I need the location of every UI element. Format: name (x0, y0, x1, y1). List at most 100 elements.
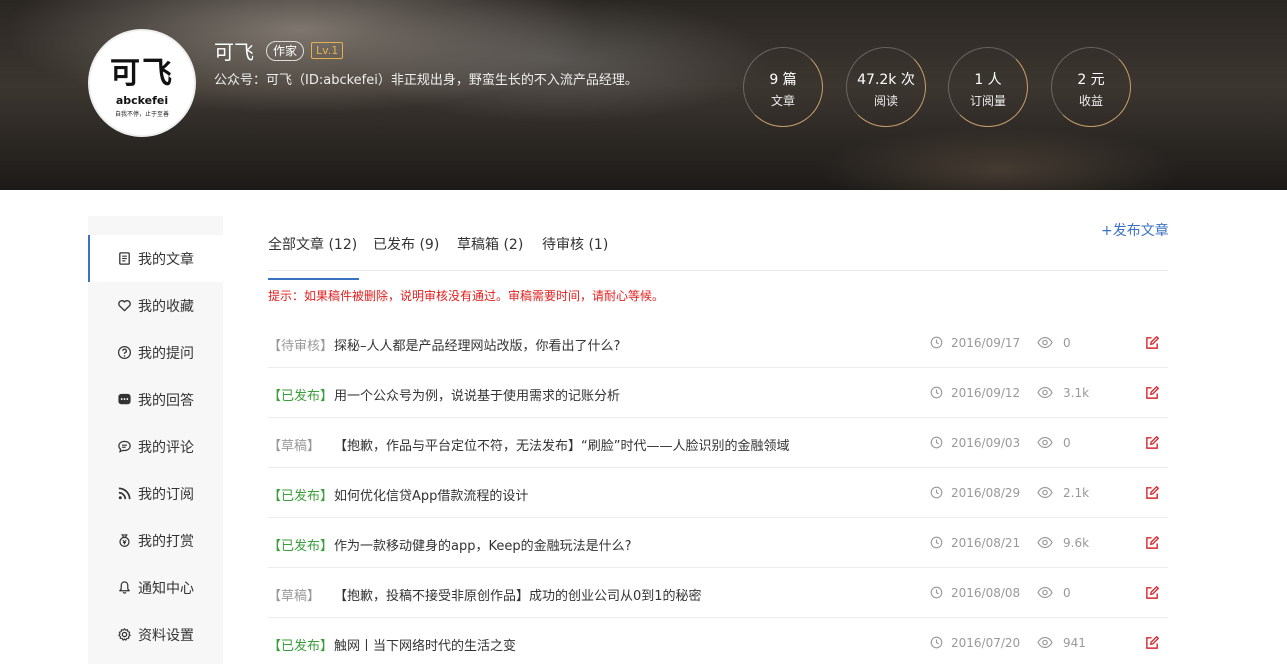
review-hint: 提示：如果稿件被删除，说明审核没有通过。审稿需要时间，请耐心等候。 (268, 289, 665, 303)
sidebar-item-label: 我的打赏 (138, 533, 194, 550)
article-date: 2016/07/20 (951, 636, 1021, 650)
article-status: 【待审核】 (268, 339, 334, 354)
table-row[interactable]: 【已发布】 用一个公众号为例，说说基于使用需求的记账分析 2016/09/12 … (268, 368, 1168, 418)
stat-reads: 47.2k 次 阅读 (846, 47, 926, 127)
avatar-brand-text: abckefei (115, 94, 169, 107)
profile-description: 公众号：可飞（ID:abckefei）非正规出身，野蛮生长的不入流产品经理。 (214, 73, 638, 88)
sidebar-item-label: 我的文章 (138, 251, 194, 268)
article-title[interactable]: 作为一款移动健身的app，Keep的金融玩法是什么? (334, 535, 632, 554)
question-icon (116, 345, 132, 361)
publish-article-link[interactable]: +发布文章 (1101, 220, 1169, 240)
tab-drafts[interactable]: 草稿箱 (2) (457, 234, 523, 254)
article-views: 9.6k (1063, 536, 1090, 550)
stat-label: 阅读 (873, 94, 898, 108)
table-row[interactable]: 【待审核】 探秘–人人都是产品经理网站改版，你看出了什么? 2016/09/17… (268, 318, 1168, 368)
sidebar-item-my-favorites[interactable]: 我的收藏 (88, 282, 223, 329)
edit-icon[interactable] (1145, 385, 1160, 400)
edit-icon[interactable] (1145, 635, 1160, 650)
sidebar-item-my-rewards[interactable]: 我的打赏 (88, 517, 223, 564)
edit-icon[interactable] (1145, 535, 1160, 550)
sidebar-item-label: 我的收藏 (138, 298, 194, 315)
stat-label: 订阅量 (969, 94, 1006, 108)
gear-icon (116, 627, 132, 643)
stat-label: 收益 (1078, 94, 1103, 108)
clock-icon (930, 386, 943, 399)
article-views: 3.1k (1063, 386, 1090, 400)
article-tabs: 全部文章 (12) 已发布 (9) 草稿箱 (2) 待审核 (1) (268, 224, 1168, 280)
article-views: 2.1k (1063, 486, 1090, 500)
clock-icon (930, 636, 943, 649)
article-title[interactable]: 探秘–人人都是产品经理网站改版，你看出了什么? (334, 335, 620, 354)
stat-label: 文章 (770, 94, 795, 108)
sidebar-item-label: 资料设置 (138, 627, 194, 644)
eye-icon (1037, 386, 1053, 399)
article-date: 2016/08/08 (951, 586, 1021, 600)
answer-icon (116, 392, 132, 408)
sidebar-item-label: 我的提问 (138, 345, 194, 362)
article-date: 2016/09/12 (951, 386, 1021, 400)
clock-icon (930, 336, 943, 349)
writer-badge: 作家 (266, 41, 305, 61)
table-row[interactable]: 【已发布】 触网丨当下网络时代的生活之变 2016/07/20 941 (268, 618, 1168, 664)
sidebar-item-label: 通知中心 (138, 580, 194, 597)
article-title[interactable]: 触网丨当下网络时代的生活之变 (334, 635, 516, 654)
article-views: 0 (1063, 336, 1071, 350)
sidebar-item-my-articles[interactable]: 我的文章 (88, 235, 223, 282)
tab-all-articles[interactable]: 全部文章 (12) (268, 234, 360, 280)
article-date: 2016/08/21 (951, 536, 1021, 550)
sidebar-item-notifications[interactable]: 通知中心 (88, 564, 223, 611)
article-icon (116, 251, 132, 267)
sidebar-item-my-answers[interactable]: 我的回答 (88, 376, 223, 423)
profile-name: 可飞 (214, 40, 254, 64)
stat-subscribers: 1 人 订阅量 (948, 47, 1028, 127)
eye-icon (1037, 336, 1053, 349)
stat-number: 47.2k 次 (857, 72, 915, 88)
clock-icon (930, 586, 943, 599)
edit-icon[interactable] (1145, 585, 1160, 600)
eye-icon (1037, 586, 1053, 599)
edit-icon[interactable] (1145, 435, 1160, 450)
rss-icon (116, 486, 132, 502)
edit-icon[interactable] (1145, 485, 1160, 500)
article-views: 0 (1063, 436, 1071, 450)
article-status: 【已发布】 (268, 389, 334, 404)
eye-icon (1037, 486, 1053, 499)
sidebar-item-profile-settings[interactable]: 资料设置 (88, 611, 223, 658)
tab-pending-review[interactable]: 待审核 (1) (542, 234, 608, 254)
table-row[interactable]: 【已发布】 作为一款移动健身的app，Keep的金融玩法是什么? 2016/08… (268, 518, 1168, 568)
stat-number: 1 人 (974, 72, 1002, 88)
table-row[interactable]: 【已发布】 如何优化信贷App借款流程的设计 2016/08/29 2.1k (268, 468, 1168, 518)
article-title[interactable]: 用一个公众号为例，说说基于使用需求的记账分析 (334, 385, 620, 404)
article-title[interactable]: 【抱歉，作品与平台定位不符，无法发布】“刷脸”时代——人脸识别的金融领域 (334, 435, 789, 454)
article-date: 2016/08/29 (951, 486, 1021, 500)
comment-icon (116, 439, 132, 455)
clock-icon (930, 536, 943, 549)
table-row[interactable]: 【草稿】 【抱歉，投稿不接受非原创作品】成功的创业公司从0到1的秘密 2016/… (268, 568, 1168, 618)
sidebar-item-my-questions[interactable]: 我的提问 (88, 329, 223, 376)
table-row[interactable]: 【草稿】 【抱歉，作品与平台定位不符，无法发布】“刷脸”时代——人脸识别的金融领… (268, 418, 1168, 468)
sidebar-item-my-subscriptions[interactable]: 我的订阅 (88, 470, 223, 517)
level-badge: Lv.1 (311, 42, 344, 59)
article-title[interactable]: 如何优化信贷App借款流程的设计 (334, 485, 528, 504)
clock-icon (930, 436, 943, 449)
article-status: 【草稿】 (268, 589, 321, 604)
article-status: 【已发布】 (268, 539, 334, 554)
eye-icon (1037, 636, 1053, 649)
sidebar-item-label: 我的订阅 (138, 486, 194, 503)
eye-icon (1037, 436, 1053, 449)
article-date: 2016/09/17 (951, 336, 1021, 350)
avatar-main-text: 可飞 (110, 56, 174, 91)
article-title[interactable]: 【抱歉，投稿不接受非原创作品】成功的创业公司从0到1的秘密 (334, 585, 702, 604)
bell-icon (116, 580, 132, 596)
stat-number: 2 元 (1077, 72, 1105, 88)
sidebar-item-my-comments[interactable]: 我的评论 (88, 423, 223, 470)
article-status: 【草稿】 (268, 439, 321, 454)
stat-number: 9 篇 (769, 72, 797, 88)
edit-icon[interactable] (1145, 335, 1160, 350)
avatar[interactable]: 可飞 abckefei 自我不停，止于至善 (88, 29, 196, 137)
eye-icon (1037, 536, 1053, 549)
article-views: 0 (1063, 586, 1071, 600)
tab-published[interactable]: 已发布 (9) (373, 234, 439, 254)
stat-earnings: 2 元 收益 (1051, 47, 1131, 127)
sidebar: 我的文章 我的收藏 我的提问 我的回答 我的评论 我的订阅 我的打赏 通知中心 … (88, 216, 223, 664)
